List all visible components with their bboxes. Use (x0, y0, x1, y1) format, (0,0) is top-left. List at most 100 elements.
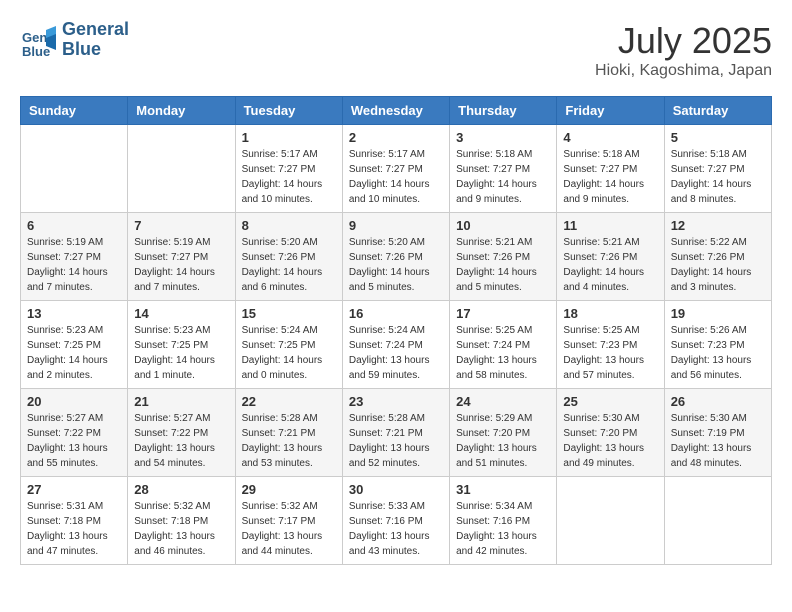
day-info: Sunrise: 5:24 AM Sunset: 7:25 PM Dayligh… (242, 323, 336, 383)
calendar-cell: 21 Sunrise: 5:27 AM Sunset: 7:22 PM Dayli… (128, 389, 235, 477)
day-info: Sunrise: 5:30 AM Sunset: 7:20 PM Dayligh… (563, 411, 657, 471)
calendar-cell: 9 Sunrise: 5:20 AM Sunset: 7:26 PM Daylig… (342, 213, 449, 301)
calendar-cell: 28 Sunrise: 5:32 AM Sunset: 7:18 PM Dayli… (128, 477, 235, 565)
weekday-header-wednesday: Wednesday (342, 97, 449, 125)
day-number: 17 (456, 306, 550, 321)
day-number: 24 (456, 394, 550, 409)
calendar-cell: 31 Sunrise: 5:34 AM Sunset: 7:16 PM Dayli… (450, 477, 557, 565)
day-info: Sunrise: 5:19 AM Sunset: 7:27 PM Dayligh… (27, 235, 121, 295)
calendar-cell: 2 Sunrise: 5:17 AM Sunset: 7:27 PM Daylig… (342, 125, 449, 213)
day-info: Sunrise: 5:33 AM Sunset: 7:16 PM Dayligh… (349, 499, 443, 559)
day-number: 18 (563, 306, 657, 321)
day-number: 6 (27, 218, 121, 233)
day-number: 27 (27, 482, 121, 497)
calendar-cell: 7Sunrise: 5:19 AM Sunset: 7:27 PM Daylig… (128, 213, 235, 301)
day-number: 4 (563, 130, 657, 145)
day-number: 22 (242, 394, 336, 409)
day-info: Sunrise: 5:28 AM Sunset: 7:21 PM Dayligh… (242, 411, 336, 471)
day-number: 9 (349, 218, 443, 233)
svg-text:Blue: Blue (22, 44, 50, 58)
calendar-cell: 4 Sunrise: 5:18 AM Sunset: 7:27 PM Daylig… (557, 125, 664, 213)
calendar-cell: 12 Sunrise: 5:22 AM Sunset: 7:26 PM Dayli… (664, 213, 771, 301)
day-info: Sunrise: 5:27 AM Sunset: 7:22 PM Dayligh… (134, 411, 228, 471)
day-number: 25 (563, 394, 657, 409)
title-section: July 2025 Hioki, Kagoshima, Japan (595, 20, 772, 80)
calendar-cell (21, 125, 128, 213)
day-info: Sunrise: 5:25 AM Sunset: 7:23 PM Dayligh… (563, 323, 657, 383)
calendar-cell: 1Sunrise: 5:17 AM Sunset: 7:27 PM Daylig… (235, 125, 342, 213)
calendar-cell (128, 125, 235, 213)
day-number: 16 (349, 306, 443, 321)
calendar-cell: 18 Sunrise: 5:25 AM Sunset: 7:23 PM Dayli… (557, 301, 664, 389)
calendar-cell: 26Sunrise: 5:30 AM Sunset: 7:19 PM Dayli… (664, 389, 771, 477)
day-number: 21 (134, 394, 228, 409)
calendar-cell: 3Sunrise: 5:18 AM Sunset: 7:27 PM Daylig… (450, 125, 557, 213)
day-info: Sunrise: 5:23 AM Sunset: 7:25 PM Dayligh… (27, 323, 121, 383)
calendar-cell: 24 Sunrise: 5:29 AM Sunset: 7:20 PM Dayli… (450, 389, 557, 477)
day-info: Sunrise: 5:25 AM Sunset: 7:24 PM Dayligh… (456, 323, 550, 383)
location-title: Hioki, Kagoshima, Japan (595, 62, 772, 80)
calendar-cell (664, 477, 771, 565)
week-row-3: 13 Sunrise: 5:23 AM Sunset: 7:25 PM Dayli… (21, 301, 772, 389)
calendar-cell: 5 Sunrise: 5:18 AM Sunset: 7:27 PM Daylig… (664, 125, 771, 213)
calendar-cell (557, 477, 664, 565)
day-number: 19 (671, 306, 765, 321)
day-number: 8 (242, 218, 336, 233)
calendar-cell: 15 Sunrise: 5:24 AM Sunset: 7:25 PM Dayli… (235, 301, 342, 389)
week-row-2: 6 Sunrise: 5:19 AM Sunset: 7:27 PM Daylig… (21, 213, 772, 301)
calendar-cell: 17 Sunrise: 5:25 AM Sunset: 7:24 PM Dayli… (450, 301, 557, 389)
calendar-cell: 27Sunrise: 5:31 AM Sunset: 7:18 PM Dayli… (21, 477, 128, 565)
day-info: Sunrise: 5:20 AM Sunset: 7:26 PM Dayligh… (349, 235, 443, 295)
day-number: 14 (134, 306, 228, 321)
day-info: Sunrise: 5:29 AM Sunset: 7:20 PM Dayligh… (456, 411, 550, 471)
day-number: 3 (456, 130, 550, 145)
header: General Blue General Blue July 2025 Hiok… (20, 20, 772, 80)
day-info: Sunrise: 5:26 AM Sunset: 7:23 PM Dayligh… (671, 323, 765, 383)
day-number: 29 (242, 482, 336, 497)
day-info: Sunrise: 5:19 AM Sunset: 7:27 PM Dayligh… (134, 235, 228, 295)
day-number: 15 (242, 306, 336, 321)
weekday-header-sunday: Sunday (21, 97, 128, 125)
day-info: Sunrise: 5:18 AM Sunset: 7:27 PM Dayligh… (563, 147, 657, 207)
day-info: Sunrise: 5:22 AM Sunset: 7:26 PM Dayligh… (671, 235, 765, 295)
calendar-cell: 6 Sunrise: 5:19 AM Sunset: 7:27 PM Daylig… (21, 213, 128, 301)
day-number: 11 (563, 218, 657, 233)
week-row-4: 20 Sunrise: 5:27 AM Sunset: 7:22 PM Dayli… (21, 389, 772, 477)
day-info: Sunrise: 5:32 AM Sunset: 7:18 PM Dayligh… (134, 499, 228, 559)
day-number: 28 (134, 482, 228, 497)
weekday-header-monday: Monday (128, 97, 235, 125)
calendar-cell: 13 Sunrise: 5:23 AM Sunset: 7:25 PM Dayli… (21, 301, 128, 389)
day-info: Sunrise: 5:21 AM Sunset: 7:26 PM Dayligh… (456, 235, 550, 295)
calendar-cell: 10Sunrise: 5:21 AM Sunset: 7:26 PM Dayli… (450, 213, 557, 301)
day-info: Sunrise: 5:20 AM Sunset: 7:26 PM Dayligh… (242, 235, 336, 295)
calendar-cell: 30 Sunrise: 5:33 AM Sunset: 7:16 PM Dayli… (342, 477, 449, 565)
month-title: July 2025 (595, 20, 772, 62)
week-row-1: 1Sunrise: 5:17 AM Sunset: 7:27 PM Daylig… (21, 125, 772, 213)
weekday-header-thursday: Thursday (450, 97, 557, 125)
day-number: 20 (27, 394, 121, 409)
day-number: 30 (349, 482, 443, 497)
logo-text-line2: Blue (62, 40, 129, 60)
day-number: 12 (671, 218, 765, 233)
weekday-header-saturday: Saturday (664, 97, 771, 125)
day-number: 2 (349, 130, 443, 145)
day-info: Sunrise: 5:30 AM Sunset: 7:19 PM Dayligh… (671, 411, 765, 471)
day-info: Sunrise: 5:23 AM Sunset: 7:25 PM Dayligh… (134, 323, 228, 383)
day-info: Sunrise: 5:34 AM Sunset: 7:16 PM Dayligh… (456, 499, 550, 559)
day-number: 31 (456, 482, 550, 497)
calendar-cell: 22 Sunrise: 5:28 AM Sunset: 7:21 PM Dayli… (235, 389, 342, 477)
day-info: Sunrise: 5:24 AM Sunset: 7:24 PM Dayligh… (349, 323, 443, 383)
calendar-cell: 19 Sunrise: 5:26 AM Sunset: 7:23 PM Dayli… (664, 301, 771, 389)
day-info: Sunrise: 5:27 AM Sunset: 7:22 PM Dayligh… (27, 411, 121, 471)
calendar-cell: 14 Sunrise: 5:23 AM Sunset: 7:25 PM Dayli… (128, 301, 235, 389)
logo: General Blue General Blue (20, 20, 129, 60)
calendar-cell: 29Sunrise: 5:32 AM Sunset: 7:17 PM Dayli… (235, 477, 342, 565)
day-number: 13 (27, 306, 121, 321)
weekday-header-tuesday: Tuesday (235, 97, 342, 125)
day-number: 5 (671, 130, 765, 145)
calendar: SundayMondayTuesdayWednesdayThursdayFrid… (20, 96, 772, 565)
day-info: Sunrise: 5:18 AM Sunset: 7:27 PM Dayligh… (671, 147, 765, 207)
day-info: Sunrise: 5:17 AM Sunset: 7:27 PM Dayligh… (349, 147, 443, 207)
logo-icon: General Blue (20, 22, 56, 58)
day-info: Sunrise: 5:21 AM Sunset: 7:26 PM Dayligh… (563, 235, 657, 295)
